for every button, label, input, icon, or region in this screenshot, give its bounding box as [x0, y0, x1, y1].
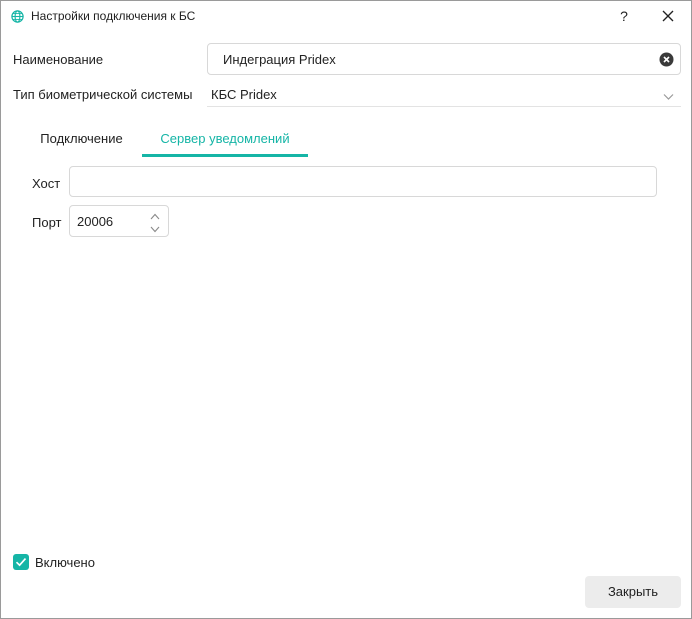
checkmark-icon: [15, 558, 27, 567]
name-label: Наименование: [13, 52, 104, 67]
tab-connection[interactable]: Подключение: [23, 121, 140, 157]
help-button[interactable]: ?: [611, 5, 637, 27]
tab-notification-server[interactable]: Сервер уведомлений: [142, 121, 308, 157]
enabled-label: Включено: [35, 555, 95, 570]
port-label: Порт: [32, 215, 62, 230]
window-title: Настройки подключения к БС: [31, 9, 196, 23]
globe-icon: [11, 10, 24, 23]
tab-notification-server-label: Сервер уведомлений: [160, 131, 290, 146]
tab-bar: Подключение Сервер уведомлений: [23, 121, 323, 157]
biometric-type-select[interactable]: КБС Pridex: [207, 81, 681, 107]
biometric-type-label: Тип биометрической системы: [13, 87, 193, 102]
enabled-checkbox[interactable]: [13, 554, 29, 570]
chevron-down-icon: [663, 88, 674, 106]
increment-icon[interactable]: [148, 209, 162, 220]
close-button[interactable]: Закрыть: [585, 576, 681, 608]
tab-connection-label: Подключение: [40, 131, 123, 146]
clear-input-icon[interactable]: [659, 52, 674, 67]
host-input[interactable]: [69, 166, 657, 197]
port-value: 20006: [77, 214, 114, 229]
close-icon: [662, 10, 674, 22]
decrement-icon[interactable]: [148, 222, 162, 233]
host-label: Хост: [32, 176, 61, 191]
port-stepper[interactable]: 20006: [69, 205, 169, 237]
title-bar: Настройки подключения к БС ?: [1, 1, 691, 31]
biometric-type-value: КБС Pridex: [211, 87, 277, 102]
active-tab-indicator: [142, 154, 308, 157]
name-input[interactable]: Индеграция Pridex: [207, 43, 681, 75]
window-close-button[interactable]: [653, 5, 683, 27]
settings-dialog: Настройки подключения к БС ? Наименовани…: [0, 0, 692, 619]
name-input-value: Индеграция Pridex: [223, 52, 336, 67]
